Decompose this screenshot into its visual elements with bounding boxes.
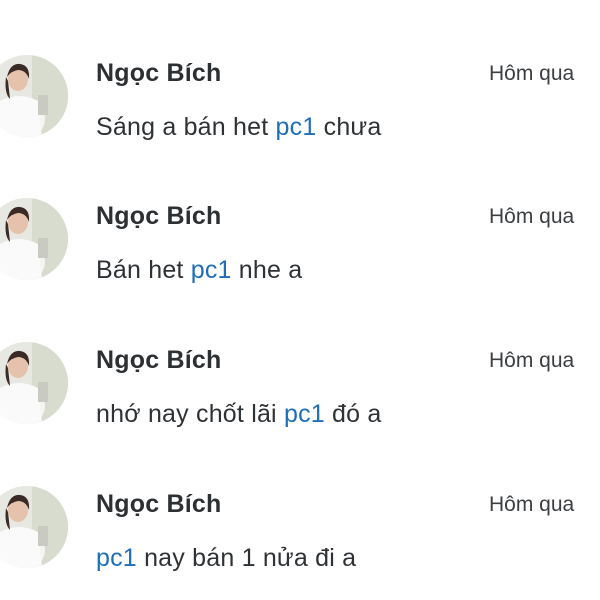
user-avatar-photo-icon xyxy=(0,55,68,137)
tag-link[interactable]: pc1 xyxy=(276,113,317,141)
timestamp: Hôm qua xyxy=(489,205,575,228)
user-avatar-photo-icon xyxy=(0,342,68,424)
avatar[interactable] xyxy=(0,55,68,137)
message-text-before: nhớ nay chốt lãi xyxy=(96,400,284,428)
message-text-after: nhe a xyxy=(231,256,303,284)
tag-link[interactable]: pc1 xyxy=(191,256,232,284)
message-text-before: Bán het xyxy=(96,256,191,284)
sender-name: Ngọc Bích xyxy=(96,59,222,87)
message-item[interactable]: Ngọc Bích Hôm qua pc1 nay bán 1 nửa đi a xyxy=(0,476,600,600)
avatar[interactable] xyxy=(0,198,68,280)
message-item[interactable]: Ngọc Bích Hôm qua Bán het pc1 nhe a xyxy=(0,188,600,318)
message-list: Ngọc Bích Hôm qua Sáng a bán het pc1 chư… xyxy=(0,0,600,600)
message-text-after: nay bán 1 nửa đi a xyxy=(136,544,357,572)
message-preview: Bán het pc1 nhe a xyxy=(96,256,302,285)
sender-name: Ngọc Bích xyxy=(96,202,222,230)
avatar[interactable] xyxy=(0,342,68,424)
timestamp: Hôm qua xyxy=(489,349,575,372)
message-item[interactable]: Ngọc Bích Hôm qua Sáng a bán het pc1 chư… xyxy=(0,45,600,175)
sender-name: Ngọc Bích xyxy=(96,490,222,518)
avatar[interactable] xyxy=(0,486,68,568)
message-text-before: Sáng a bán het xyxy=(96,113,276,141)
user-avatar-photo-icon xyxy=(0,486,68,568)
message-text-after: chưa xyxy=(316,113,382,141)
message-text-after: đó a xyxy=(324,400,382,428)
tag-link[interactable]: pc1 xyxy=(284,400,325,428)
tag-link[interactable]: pc1 xyxy=(96,544,137,572)
message-preview: nhớ nay chốt lãi pc1 đó a xyxy=(96,400,382,429)
message-preview: pc1 nay bán 1 nửa đi a xyxy=(96,544,356,573)
message-preview: Sáng a bán het pc1 chưa xyxy=(96,113,381,142)
user-avatar-photo-icon xyxy=(0,198,68,280)
sender-name: Ngọc Bích xyxy=(96,346,222,374)
message-item[interactable]: Ngọc Bích Hôm qua nhớ nay chốt lãi pc1 đ… xyxy=(0,332,600,462)
timestamp: Hôm qua xyxy=(489,62,575,85)
timestamp: Hôm qua xyxy=(489,493,575,516)
